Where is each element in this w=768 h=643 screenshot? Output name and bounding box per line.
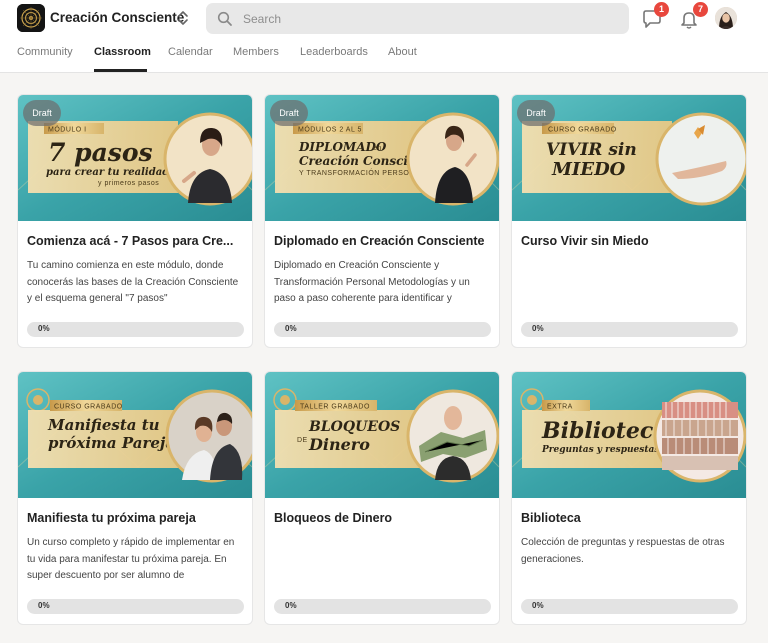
- svg-text:y primeros pasos: y primeros pasos: [98, 180, 159, 187]
- chat-count-badge: 1: [654, 2, 669, 17]
- course-title[interactable]: Curso Vivir sin Miedo: [521, 234, 737, 248]
- progress-label: 0%: [285, 324, 297, 333]
- course-description: Diplomado en Creación Consciente y Trans…: [274, 260, 470, 304]
- search-input[interactable]: [243, 3, 613, 34]
- top-bar: Creación Consciente 1 7: [0, 0, 768, 73]
- course-progress-bar: 0%: [274, 322, 491, 337]
- course-title[interactable]: Diplomado en Creación Consciente: [274, 234, 490, 248]
- course-progress-bar: 0%: [27, 599, 244, 614]
- progress-label: 0%: [38, 601, 50, 610]
- course-description: Tu camino comienza en este módulo, donde…: [27, 260, 239, 304]
- svg-text:Dinero: Dinero: [308, 435, 370, 454]
- svg-text:7 pasos: 7 pasos: [48, 138, 153, 167]
- tab-classroom[interactable]: Classroom: [94, 46, 151, 58]
- community-name[interactable]: Creación Consciente: [50, 10, 184, 25]
- course-description: [274, 535, 492, 585]
- tab-leaderboards[interactable]: Leaderboards: [300, 46, 368, 58]
- notification-count-badge: 7: [693, 2, 708, 17]
- course-description: Colección de preguntas y respuestas de o…: [521, 537, 725, 565]
- svg-text:CURSO GRABADO: CURSO GRABADO: [54, 404, 123, 411]
- course-title[interactable]: Bloqueos de Dinero: [274, 511, 490, 525]
- svg-text:DE: DE: [297, 437, 308, 444]
- svg-text:próxima Pareja: próxima Pareja: [48, 434, 175, 452]
- course-card[interactable]: MÓDULO I 7 pasos para crear tu realidad …: [17, 94, 253, 348]
- progress-label: 0%: [38, 324, 50, 333]
- search-icon: [217, 11, 233, 27]
- svg-text:Biblioteca: Biblioteca: [541, 418, 668, 444]
- course-description: [521, 258, 739, 308]
- course-progress-bar: 0%: [521, 322, 738, 337]
- svg-text:MÓDULOS 2 AL 5: MÓDULOS 2 AL 5: [298, 125, 362, 134]
- course-cover-image[interactable]: CURSO GRABADO Manifiesta tu próxima Pare…: [18, 372, 252, 498]
- svg-text:VIVIR sin: VIVIR sin: [546, 140, 637, 160]
- svg-text:Preguntas y respuestas: Preguntas y respuestas: [541, 445, 659, 455]
- community-logo[interactable]: [17, 4, 45, 32]
- svg-text:para crear tu realidad: para crear tu realidad: [46, 167, 169, 178]
- course-progress-bar: 0%: [521, 599, 738, 614]
- progress-label: 0%: [532, 601, 544, 610]
- course-cover-image[interactable]: EXTRA Biblioteca Preguntas y respuestas: [512, 372, 746, 498]
- draft-badge: Draft: [270, 100, 308, 126]
- active-tab-indicator: [94, 69, 147, 72]
- svg-text:TALLER GRABADO: TALLER GRABADO: [300, 404, 370, 411]
- search-bar[interactable]: [206, 3, 629, 34]
- tab-calendar[interactable]: Calendar: [168, 46, 213, 58]
- user-avatar[interactable]: [715, 7, 737, 29]
- svg-text:CURSO GRABADO: CURSO GRABADO: [548, 127, 617, 134]
- course-progress-bar: 0%: [27, 322, 244, 337]
- svg-text:EXTRA: EXTRA: [547, 404, 573, 411]
- svg-text:MIEDO: MIEDO: [551, 159, 626, 180]
- course-title[interactable]: Comienza acá - 7 Pasos para Cre...: [27, 234, 243, 248]
- course-cover-image[interactable]: TALLER GRABADO BLOQUEOS DE Dinero: [265, 372, 499, 498]
- svg-text:MÓDULO I: MÓDULO I: [48, 125, 87, 134]
- svg-text:BLOQUEOS: BLOQUEOS: [308, 419, 400, 435]
- course-card[interactable]: MÓDULOS 2 AL 5 DIPLOMADO en Creación Con…: [264, 94, 500, 348]
- tab-about[interactable]: About: [388, 46, 417, 58]
- course-card[interactable]: TALLER GRABADO BLOQUEOS DE Dinero Bloque…: [264, 371, 500, 625]
- progress-label: 0%: [532, 324, 544, 333]
- tab-members[interactable]: Members: [233, 46, 279, 58]
- draft-badge: Draft: [517, 100, 555, 126]
- course-card[interactable]: EXTRA Biblioteca Preguntas y respuestas …: [511, 371, 747, 625]
- svg-text:en: en: [373, 145, 382, 152]
- nav-tabs: Community Classroom Calendar Members Lea…: [0, 38, 768, 73]
- switch-community-icon[interactable]: [176, 9, 190, 27]
- svg-text:Y TRANSFORMACIÓN PERSONAL: Y TRANSFORMACIÓN PERSONAL: [299, 168, 424, 177]
- course-title[interactable]: Manifiesta tu próxima pareja: [27, 511, 243, 525]
- course-card[interactable]: CURSO GRABADO Manifiesta tu próxima Pare…: [17, 371, 253, 625]
- progress-label: 0%: [285, 601, 297, 610]
- course-progress-bar: 0%: [274, 599, 491, 614]
- course-title[interactable]: Biblioteca: [521, 511, 737, 525]
- course-description: Un curso completo y rápido de implementa…: [27, 537, 235, 581]
- draft-badge: Draft: [23, 100, 61, 126]
- tab-community[interactable]: Community: [17, 46, 73, 58]
- course-card[interactable]: CURSO GRABADO VIVIR sin MIEDO Draft Curs…: [511, 94, 747, 348]
- svg-text:Manifiesta tu: Manifiesta tu: [47, 416, 160, 434]
